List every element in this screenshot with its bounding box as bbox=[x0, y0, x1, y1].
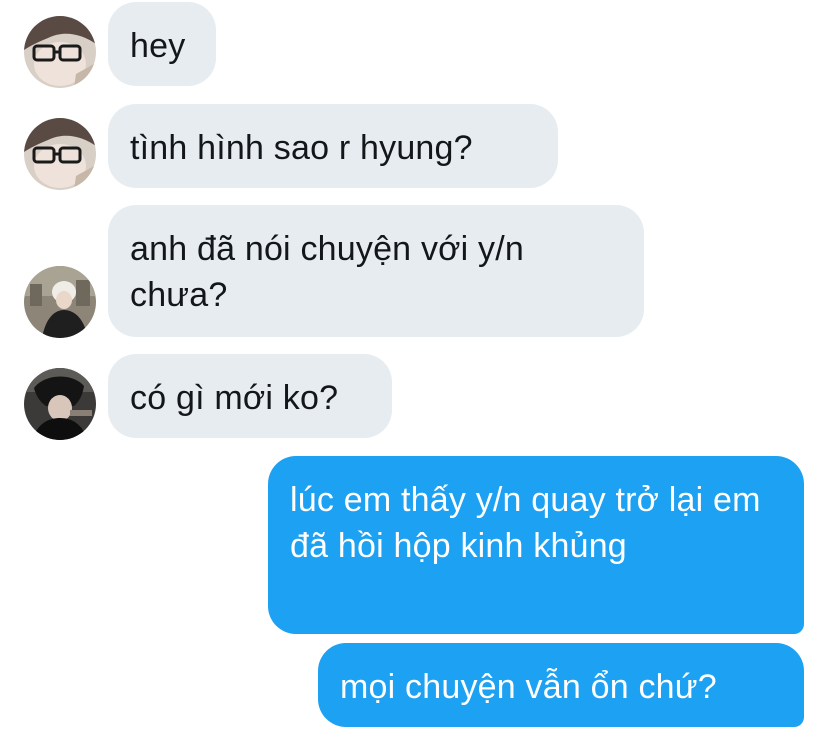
message-bubble-incoming[interactable]: hey bbox=[108, 2, 216, 86]
message-bubble-incoming[interactable]: anh đã nói chuyện với y/n chưa? bbox=[108, 205, 644, 337]
blond-boy-avatar-icon bbox=[24, 266, 96, 338]
dark-hair-boy-avatar-icon bbox=[24, 368, 96, 440]
dark-hair-boy-avatar[interactable] bbox=[24, 368, 96, 440]
message-bubble-incoming[interactable]: có gì mới ko? bbox=[108, 354, 392, 438]
blond-boy-avatar[interactable] bbox=[24, 266, 96, 338]
message-bubble-incoming[interactable]: tình hình sao r hyung? bbox=[108, 104, 558, 188]
glasses-boy-avatar-icon bbox=[24, 118, 96, 190]
glasses-boy-avatar-icon bbox=[24, 16, 96, 88]
glasses-boy-avatar[interactable] bbox=[24, 16, 96, 88]
glasses-boy-avatar[interactable] bbox=[24, 118, 96, 190]
message-bubble-outgoing[interactable]: lúc em thấy y/n quay trở lại em đã hồi h… bbox=[268, 456, 804, 634]
message-bubble-outgoing[interactable]: mọi chuyện vẫn ổn chứ? bbox=[318, 643, 804, 727]
